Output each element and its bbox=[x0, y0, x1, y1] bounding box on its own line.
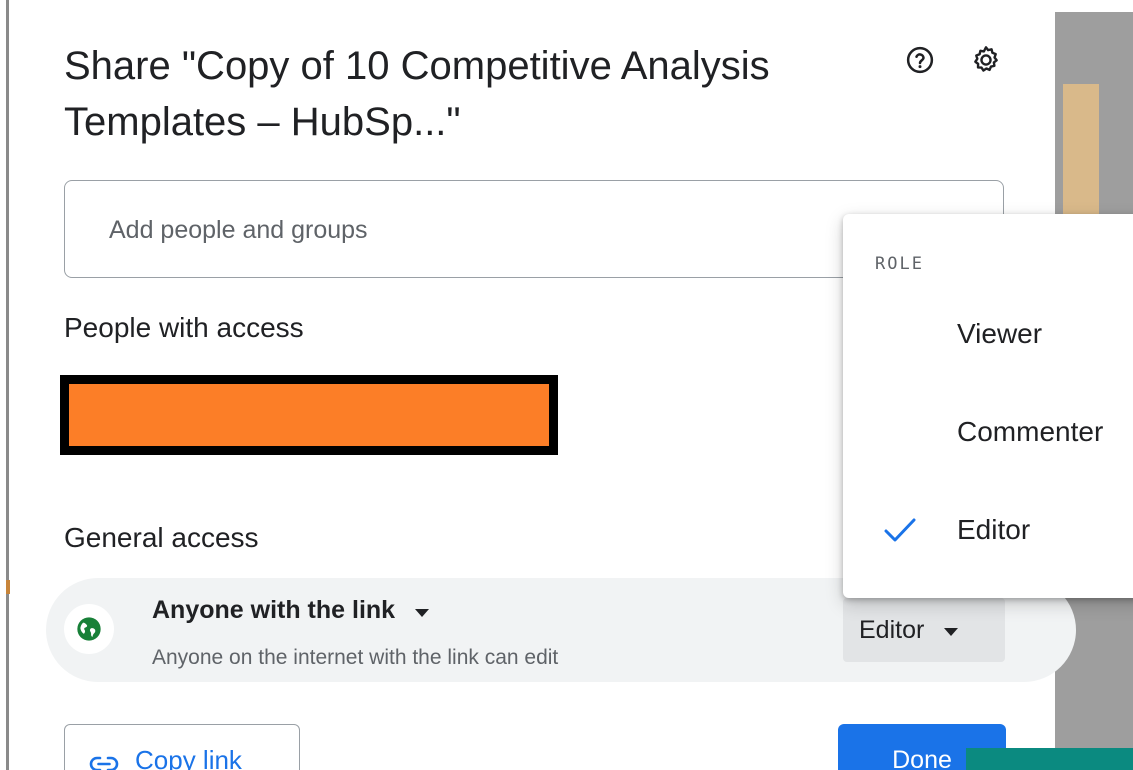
general-access-heading: General access bbox=[64, 522, 259, 553]
link-role-label: Editor bbox=[859, 615, 925, 644]
gear-icon[interactable] bbox=[968, 42, 1004, 78]
role-option-viewer[interactable]: Viewer bbox=[843, 300, 1133, 370]
link-access-description: Anyone on the internet with the link can… bbox=[152, 646, 559, 669]
link-scope-label: Anyone with the link bbox=[152, 596, 396, 624]
share-screen: Share "Copy of 10 Competitive Analysis T… bbox=[0, 0, 1133, 770]
help-circle-icon[interactable] bbox=[902, 42, 938, 78]
overlay-banner bbox=[966, 748, 1133, 770]
role-menu-header: ROLE bbox=[875, 254, 924, 274]
copy-link-label: Copy link bbox=[135, 745, 242, 770]
check-icon bbox=[883, 516, 917, 549]
link-icon bbox=[89, 749, 119, 770]
chevron-down-icon bbox=[944, 627, 959, 636]
people-with-access-heading: People with access bbox=[64, 312, 304, 343]
link-scope-dropdown[interactable]: Anyone with the link bbox=[152, 596, 430, 625]
role-option-commenter[interactable]: Commenter bbox=[843, 398, 1133, 468]
window-edge-mark bbox=[6, 580, 10, 594]
redacted-person-entry bbox=[60, 375, 558, 455]
role-option-label: Commenter bbox=[957, 416, 1104, 447]
document-page-preview bbox=[1063, 84, 1099, 224]
add-people-input[interactable] bbox=[107, 211, 811, 249]
window-edge bbox=[6, 0, 9, 770]
globe-icon bbox=[64, 604, 114, 654]
done-label: Done bbox=[892, 746, 952, 770]
role-option-editor[interactable]: Editor bbox=[843, 496, 1133, 566]
role-option-label: Editor bbox=[957, 514, 1031, 545]
role-option-label: Viewer bbox=[957, 318, 1043, 349]
role-menu: ROLE Viewer Commenter Editor bbox=[843, 214, 1133, 598]
dialog-title: Share "Copy of 10 Competitive Analysis T… bbox=[64, 44, 770, 144]
copy-link-button[interactable]: Copy link bbox=[64, 724, 300, 770]
chevron-down-icon bbox=[415, 608, 430, 617]
link-role-dropdown[interactable]: Editor bbox=[843, 598, 1005, 662]
